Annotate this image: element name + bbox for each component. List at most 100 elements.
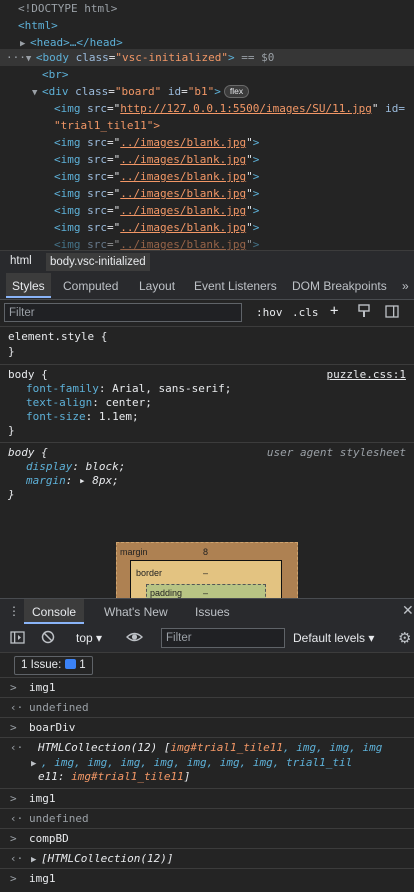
collection-preview-line: e11: img#trial1_tile11] bbox=[38, 770, 191, 783]
context-selector[interactable]: top ▾ bbox=[76, 631, 102, 645]
tab-whats-new[interactable]: What's New bbox=[104, 605, 168, 619]
css-declaration[interactable]: font-family: Arial, sans-serif; bbox=[26, 382, 231, 396]
tab-console[interactable]: Console bbox=[24, 599, 85, 624]
paint-icon[interactable] bbox=[358, 304, 370, 321]
div-attr-id: id bbox=[167, 85, 182, 98]
new-rule-icon[interactable]: + bbox=[330, 303, 338, 319]
dom-div-board[interactable]: ▼ <div class="board" id="b1"> flex bbox=[32, 83, 250, 102]
dom-body-node[interactable]: ···▼ <body class="vsc-initialized"> == $0 bbox=[6, 49, 274, 66]
margin-value[interactable]: 8 bbox=[203, 547, 208, 557]
console-result-array[interactable]: ▶ [HTMLCollection(12)] bbox=[31, 852, 173, 867]
issues-label: 1 Issue: bbox=[21, 659, 62, 671]
console-input-row[interactable]: > img1 bbox=[0, 678, 414, 698]
console-input-row[interactable]: > compBD bbox=[0, 829, 414, 849]
log-levels-dropdown[interactable]: Default levels ▾ bbox=[293, 631, 374, 645]
border-value[interactable]: – bbox=[203, 568, 208, 578]
css-declaration[interactable]: font-size: 1.1em; bbox=[26, 410, 139, 424]
gear-icon[interactable]: ⚙ bbox=[398, 629, 411, 647]
dom-doctype[interactable]: <!DOCTYPE html> bbox=[18, 0, 117, 17]
dom-img-blank[interactable]: <img src="../images/blank.jpg"> bbox=[54, 151, 259, 168]
tab-dom-breakpoints[interactable]: DOM Breakpoints bbox=[292, 279, 387, 293]
dom-img-first-cont[interactable]: "trial1_tile11"> bbox=[54, 117, 160, 134]
console-input-text: boarDiv bbox=[29, 721, 76, 734]
ellipsis-icon[interactable]: ··· bbox=[6, 51, 26, 64]
div-attr-id-value: "b1" bbox=[187, 85, 215, 98]
more-tabs-icon[interactable]: » bbox=[402, 279, 409, 293]
styles-filter-bar: Filter :hov .cls + bbox=[0, 300, 414, 327]
console-input-text: img1 bbox=[29, 792, 56, 805]
img-src-link[interactable]: ../images/blank.jpg bbox=[120, 170, 246, 183]
tab-styles[interactable]: Styles bbox=[6, 273, 51, 298]
img-src-link[interactable]: ../images/blank.jpg bbox=[120, 221, 246, 234]
tab-issues[interactable]: Issues bbox=[195, 605, 230, 619]
issue-message-icon bbox=[65, 659, 77, 669]
tab-layout[interactable]: Layout bbox=[139, 279, 175, 293]
input-prompt-icon: > bbox=[10, 872, 17, 885]
css-declaration[interactable]: text-align: center; bbox=[26, 396, 152, 410]
result-arrow-icon: ‹· bbox=[10, 852, 24, 865]
img-src-link[interactable]: ../images/blank.jpg bbox=[120, 187, 246, 200]
html-tag-text: <html> bbox=[18, 19, 58, 32]
css-declaration: display: block; bbox=[26, 460, 126, 473]
dom-html-open[interactable]: <html> bbox=[18, 17, 58, 34]
div-tag-name: div bbox=[48, 85, 69, 98]
collapse-triangle-icon[interactable]: ▼ bbox=[26, 51, 36, 68]
dom-img-first[interactable]: <img src="http://127.0.0.1:5500/images/S… bbox=[54, 100, 405, 117]
body-rule-user-agent[interactable]: body { user agent stylesheet display: bl… bbox=[0, 443, 414, 509]
console-result-row[interactable]: ‹· ▶ [HTMLCollection(12)] bbox=[0, 849, 414, 869]
input-prompt-icon: > bbox=[10, 792, 17, 805]
img-src-link[interactable]: ../images/blank.jpg bbox=[120, 204, 246, 217]
console-input-row[interactable]: > boarDiv bbox=[0, 718, 414, 738]
styles-filter-input[interactable]: Filter bbox=[4, 303, 242, 322]
expand-triangle-icon[interactable]: ▶ bbox=[31, 853, 41, 867]
rule-close-brace: } bbox=[8, 488, 15, 501]
element-style-rule[interactable]: element.style { } bbox=[0, 327, 414, 365]
breadcrumb-html[interactable]: html bbox=[10, 255, 32, 267]
hov-toggle[interactable]: :hov bbox=[256, 306, 283, 319]
dom-img-blank[interactable]: <img src="../images/blank.jpg"> bbox=[54, 202, 259, 219]
close-drawer-icon[interactable]: ✕ bbox=[402, 602, 414, 619]
sidebar-toggle-icon[interactable] bbox=[385, 305, 399, 321]
dom-img-blank[interactable]: <img src="../images/blank.jpg"> bbox=[54, 236, 259, 250]
breadcrumb-body[interactable]: body.vsc-initialized bbox=[46, 253, 150, 271]
tab-event-listeners[interactable]: Event Listeners bbox=[194, 279, 277, 293]
box-model-diagram: margin 8 border – padding – bbox=[0, 508, 414, 598]
clear-console-icon[interactable] bbox=[41, 630, 55, 648]
img-id-attr: id= bbox=[385, 102, 406, 115]
console-filter-input[interactable]: Filter bbox=[161, 628, 285, 648]
border-label: border bbox=[136, 568, 163, 578]
img-src-link[interactable]: http://127.0.0.1:5500/images/SU/11.jpg bbox=[120, 102, 372, 115]
dom-br-node[interactable]: <br> bbox=[42, 66, 69, 83]
collection-preview-line[interactable]: ▶, img, img, img, img, img, img, img, tr… bbox=[31, 756, 352, 771]
img-id-value: "trial1_tile11"> bbox=[54, 119, 160, 132]
rule-source-link[interactable]: puzzle.css:1 bbox=[327, 368, 406, 381]
console-result-collection[interactable]: ‹· HTMLCollection(12) [img#trial1_tile11… bbox=[0, 738, 414, 789]
dom-img-blank[interactable]: <img src="../images/blank.jpg"> bbox=[54, 134, 259, 151]
dom-img-blank[interactable]: <img src="../images/blank.jpg"> bbox=[54, 168, 259, 185]
sidebar-toggle-icon[interactable] bbox=[10, 631, 25, 648]
element-style-selector: element.style { bbox=[8, 330, 108, 343]
padding-label: padding bbox=[150, 588, 183, 598]
ua-rule-selector: body { bbox=[8, 446, 48, 459]
console-input-text[interactable]: img1 bbox=[29, 872, 56, 886]
body-rule-puzzle[interactable]: body { puzzle.css:1 font-family: Arial, … bbox=[0, 365, 414, 443]
tab-computed[interactable]: Computed bbox=[63, 279, 118, 293]
input-prompt-icon: > bbox=[10, 681, 17, 694]
cls-toggle[interactable]: .cls bbox=[292, 306, 319, 319]
expand-triangle-icon[interactable]: ▶ bbox=[31, 757, 41, 771]
padding-value[interactable]: – bbox=[203, 588, 208, 598]
collapse-triangle-icon[interactable]: ▼ bbox=[32, 85, 42, 102]
img-src-link[interactable]: ../images/blank.jpg bbox=[120, 136, 246, 149]
console-input-row[interactable]: > img1 bbox=[0, 789, 414, 809]
img-src-link[interactable]: ../images/blank.jpg bbox=[120, 153, 246, 166]
flex-badge[interactable]: flex bbox=[223, 85, 250, 98]
console-prompt-row[interactable]: > img1 bbox=[0, 869, 414, 892]
dom-img-blank[interactable]: <img src="../images/blank.jpg"> bbox=[54, 185, 259, 202]
eye-icon[interactable] bbox=[125, 630, 144, 648]
img-src-link[interactable]: ../images/blank.jpg bbox=[120, 238, 246, 250]
dom-img-blank[interactable]: <img src="../images/blank.jpg"> bbox=[54, 219, 259, 236]
ua-stylesheet-label: user agent stylesheet bbox=[266, 446, 406, 459]
issues-count: 1 bbox=[79, 659, 86, 671]
drawer-menu-icon[interactable]: ⋮ bbox=[8, 604, 20, 618]
issues-count-button[interactable]: 1 Issue: 1 bbox=[14, 656, 93, 675]
